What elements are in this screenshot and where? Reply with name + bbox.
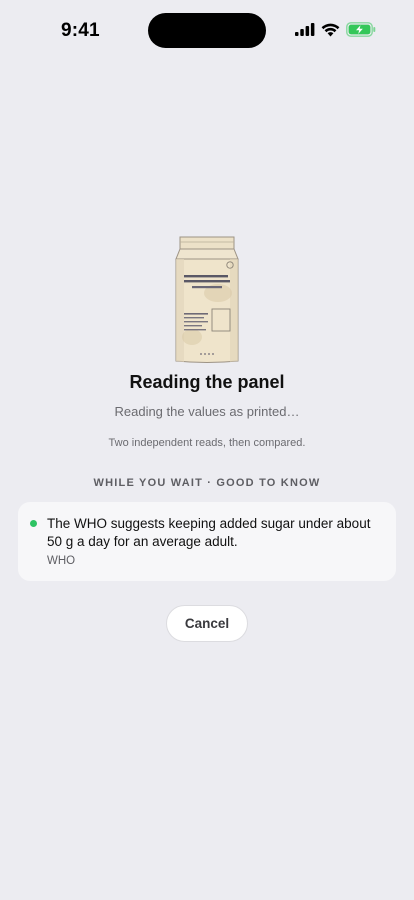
loading-screen: 9:41 Reading the panel Reading the value… [0,0,414,900]
tip-text: The WHO suggests keeping added sugar und… [47,516,371,549]
tip-source: WHO [47,555,76,567]
bullet-dot-icon [30,520,37,527]
status-icons [295,22,376,37]
cellular-signal-icon [295,23,315,36]
battery-charging-icon [346,22,376,37]
status-bar: 9:41 [0,0,414,60]
loading-note: Two independent reads, then compared. [108,437,306,449]
tip-card: The WHO suggests keeping added sugar und… [18,502,396,581]
milk-carton-icon [172,233,242,365]
tips-section-label: WHILE YOU WAIT · GOOD TO KNOW [93,477,321,489]
wifi-icon [321,23,340,37]
cancel-button[interactable]: Cancel [166,605,248,642]
dynamic-island [148,13,266,48]
status-time: 9:41 [61,20,100,41]
loading-title: Reading the panel [129,372,285,392]
loading-subtitle: Reading the values as printed… [114,404,300,419]
